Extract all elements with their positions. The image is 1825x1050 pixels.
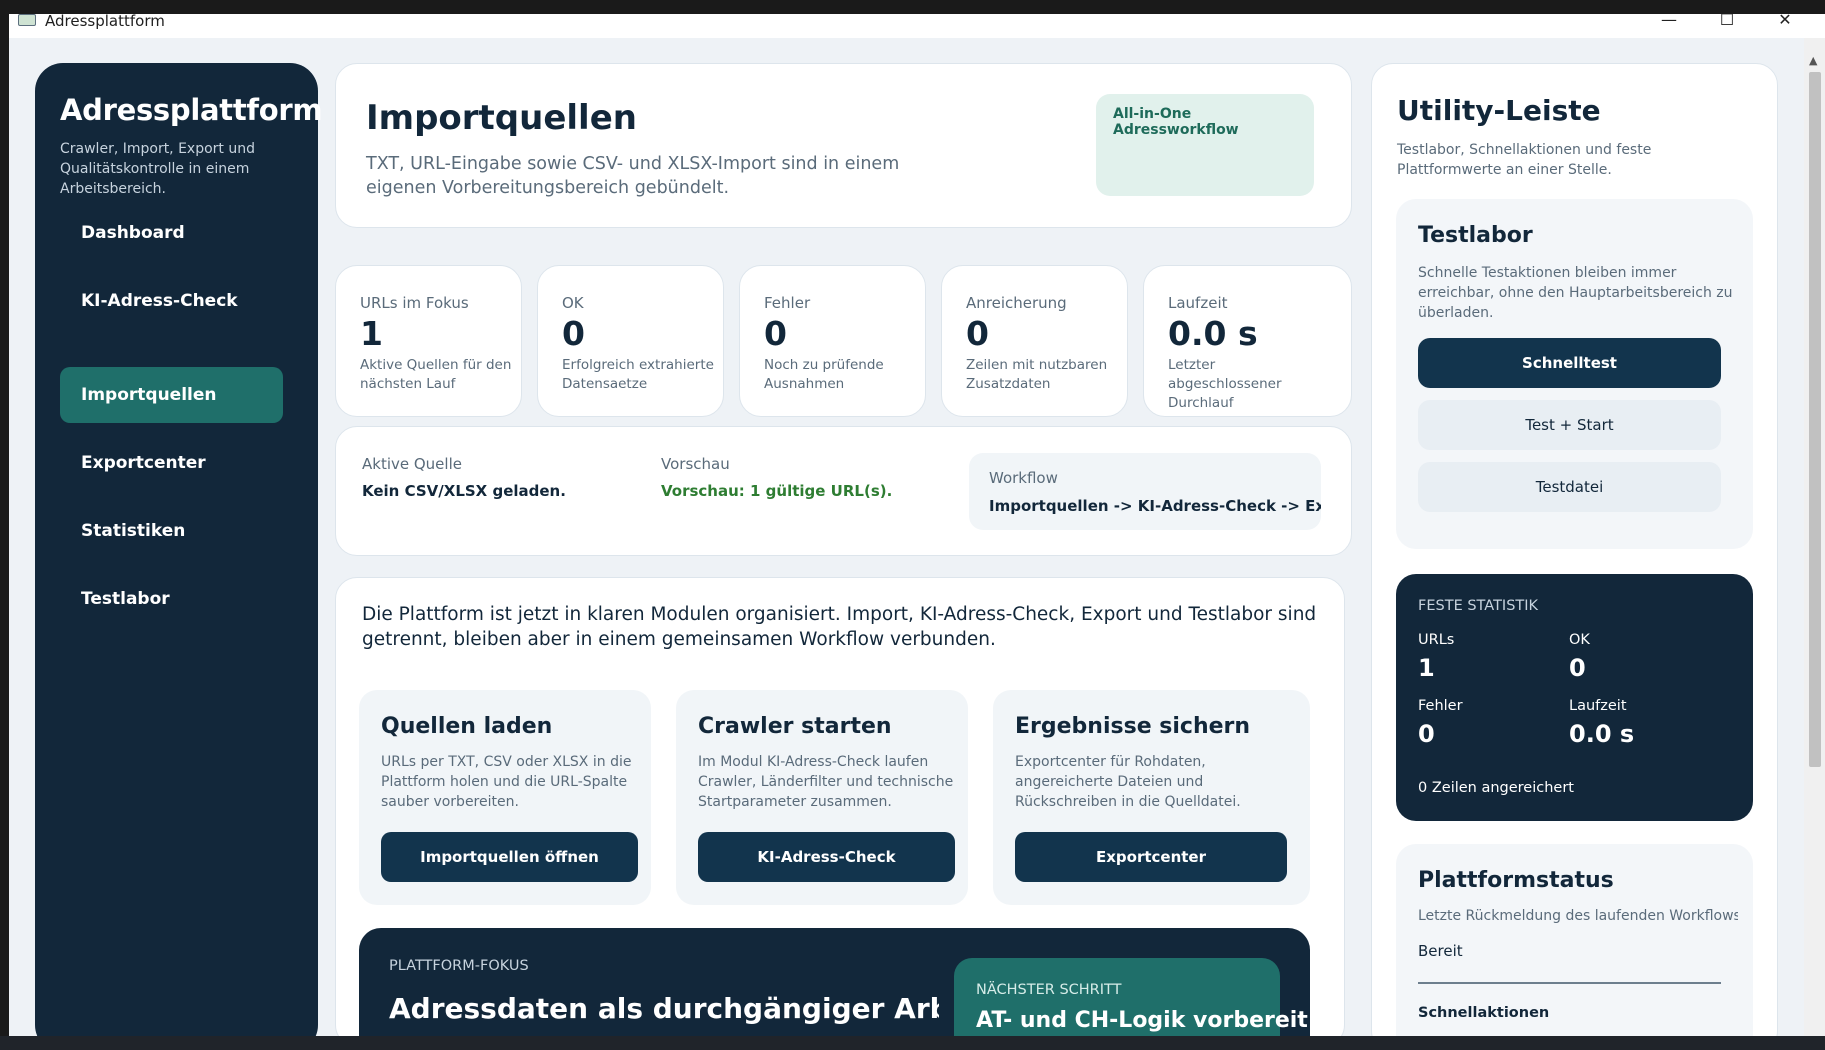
preview-value: Vorschau: 1 gültige URL(s). bbox=[661, 482, 893, 500]
active-source-label: Aktive Quelle bbox=[362, 455, 462, 473]
module-title: Ergebnisse sichern bbox=[1015, 714, 1251, 739]
preview-label: Vorschau bbox=[661, 455, 730, 473]
fixed-urls-value: 1 bbox=[1418, 654, 1435, 682]
module-description: URLs per TXT, CSV oder XLSX in die Platt… bbox=[381, 754, 632, 810]
stat-description: Zeilen mit nutzbaren Zusatzdaten bbox=[966, 357, 1108, 392]
fixed-errors-label: Fehler bbox=[1418, 698, 1463, 714]
window-title: Adressplattform bbox=[45, 14, 165, 30]
nav-item-testlabor[interactable]: Testlabor bbox=[60, 571, 283, 627]
page-title: Importquellen bbox=[366, 98, 637, 138]
stat-description: Noch zu prüfende Ausnahmen bbox=[764, 357, 884, 392]
utility-title: Utility-Leiste bbox=[1397, 94, 1601, 127]
maximize-button[interactable]: ☐ bbox=[1707, 14, 1747, 30]
status-description: Letzte Rückmeldung des laufenden Workflo… bbox=[1418, 908, 1738, 924]
fixed-ok-value: 0 bbox=[1569, 654, 1586, 682]
module-title: Crawler starten bbox=[698, 714, 892, 739]
platform-status-panel: Plattformstatus Letzte Rückmeldung des l… bbox=[1396, 844, 1753, 1036]
stat-value: 0 bbox=[966, 314, 989, 353]
stat-label: Laufzeit bbox=[1168, 294, 1228, 312]
stat-description: Aktive Quellen für den nächsten Lauf bbox=[360, 357, 512, 392]
fixed-enriched-text: 0 Zeilen angereichert bbox=[1418, 780, 1574, 796]
platform-focus-banner: PLATTFORM-FOKUS Adressdaten als durchgän… bbox=[359, 928, 1310, 1036]
quick-actions-label: Schnellaktionen bbox=[1418, 1005, 1550, 1021]
stat-card-urls: URLs im Fokus 1 Aktive Quellen für den n… bbox=[335, 265, 522, 417]
stat-card-errors: Fehler 0 Noch zu prüfende Ausnahmen bbox=[739, 265, 926, 417]
stat-description: Letzter abgeschlossener Durchlauf bbox=[1168, 357, 1282, 411]
module-title: Quellen laden bbox=[381, 714, 553, 739]
workflow-badge: All-in-One Adressworkflow bbox=[1096, 94, 1314, 196]
stat-label: URLs im Fokus bbox=[360, 294, 469, 312]
module-card-crawler: Crawler starten Im Modul KI-Adress-Check… bbox=[676, 690, 968, 905]
active-source-value: Kein CSV/XLSX geladen. bbox=[362, 482, 566, 500]
vertical-scrollbar[interactable]: ▲ ▼ bbox=[1804, 38, 1825, 1036]
testlab-title: Testlabor bbox=[1418, 223, 1533, 248]
app-window: Adressplattform — ☐ ✕ Adressplattform Cr… bbox=[9, 14, 1825, 1036]
title-bar: Adressplattform — ☐ ✕ bbox=[9, 14, 1825, 38]
page-description: TXT, URL-Eingabe sowie CSV- und XLSX-Imp… bbox=[366, 154, 900, 198]
fixed-stats-title: FESTE STATISTIK bbox=[1418, 598, 1539, 614]
fixed-runtime-label: Laufzeit bbox=[1569, 698, 1627, 714]
stat-card-enrichment: Anreicherung 0 Zeilen mit nutzbaren Zusa… bbox=[941, 265, 1128, 417]
minimize-button[interactable]: — bbox=[1649, 14, 1689, 30]
quick-test-button[interactable]: Schnelltest bbox=[1418, 338, 1721, 388]
nav-item-ki-adress-check[interactable]: KI-Adress-Check bbox=[60, 273, 283, 329]
test-file-button[interactable]: Testdatei bbox=[1418, 462, 1721, 512]
stat-label: Fehler bbox=[764, 294, 811, 312]
stat-value: 1 bbox=[360, 314, 383, 353]
utility-subtitle: Testlabor, Schnellaktionen und feste Pla… bbox=[1397, 142, 1652, 178]
testlab-description: Schnelle Testaktionen bleiben immer erre… bbox=[1418, 265, 1733, 321]
stat-card-ok: OK 0 Erfolgreich extrahierte Datensaetze bbox=[537, 265, 724, 417]
fixed-errors-value: 0 bbox=[1418, 720, 1435, 748]
fixed-ok-label: OK bbox=[1569, 632, 1590, 648]
nav-item-dashboard[interactable]: Dashboard bbox=[60, 205, 283, 261]
stat-value: 0.0 s bbox=[1168, 314, 1258, 353]
scrollbar-thumb[interactable] bbox=[1809, 72, 1821, 767]
stat-label: OK bbox=[562, 294, 584, 312]
workflow-value: Importquellen -> KI-Adress-Check -> Expo… bbox=[989, 497, 1321, 515]
next-step-kicker: NÄCHSTER SCHRITT bbox=[976, 982, 1122, 998]
module-card-results: Ergebnisse sichern Exportcenter für Rohd… bbox=[993, 690, 1310, 905]
module-description: Im Modul KI-Adress-Check laufen Crawler,… bbox=[698, 754, 954, 810]
module-card-sources: Quellen laden URLs per TXT, CSV oder XLS… bbox=[359, 690, 651, 905]
fixed-runtime-value: 0.0 s bbox=[1569, 720, 1635, 748]
stat-label: Anreicherung bbox=[966, 294, 1067, 312]
taskbar bbox=[0, 1036, 1825, 1050]
header-card: Importquellen TXT, URL-Eingabe sowie CSV… bbox=[335, 63, 1352, 228]
status-value: Bereit bbox=[1418, 942, 1463, 960]
focus-title: Adressdaten als durchgängiger Arbeitsp bbox=[389, 992, 939, 1025]
status-divider bbox=[1418, 982, 1721, 984]
sidebar-subtitle: Crawler, Import, Export und Qualitätskon… bbox=[60, 141, 255, 197]
sidebar-title: Adressplattform bbox=[60, 93, 323, 127]
scroll-up-icon[interactable]: ▲ bbox=[1809, 54, 1817, 67]
focus-kicker: PLATTFORM-FOKUS bbox=[389, 958, 529, 974]
app-icon bbox=[18, 14, 36, 26]
fixed-urls-label: URLs bbox=[1418, 632, 1455, 648]
ki-adress-check-button[interactable]: KI-Adress-Check bbox=[698, 832, 955, 882]
status-title: Plattformstatus bbox=[1418, 868, 1614, 893]
next-step-box: NÄCHSTER SCHRITT AT- und CH-Logik vorber… bbox=[954, 958, 1308, 1036]
source-info-card: Aktive Quelle Kein CSV/XLSX geladen. Vor… bbox=[335, 426, 1352, 556]
stat-card-runtime: Laufzeit 0.0 s Letzter abgeschlossener D… bbox=[1143, 265, 1352, 417]
sidebar: Adressplattform Crawler, Import, Export … bbox=[35, 63, 323, 1036]
nav-item-statistiken[interactable]: Statistiken bbox=[60, 503, 283, 559]
stat-value: 0 bbox=[562, 314, 585, 353]
fixed-statistics-panel: FESTE STATISTIK URLs 1 OK 0 Fehler 0 Lau… bbox=[1396, 574, 1753, 821]
workflow-box: Workflow Importquellen -> KI-Adress-Chec… bbox=[969, 453, 1321, 530]
open-importquellen-button[interactable]: Importquellen öffnen bbox=[381, 832, 638, 882]
stat-value: 0 bbox=[764, 314, 787, 353]
next-step-title: AT- und CH-Logik vorbereit bbox=[976, 1008, 1308, 1033]
workflow-label: Workflow bbox=[989, 469, 1058, 487]
testlab-panel: Testlabor Schnelle Testaktionen bleiben … bbox=[1396, 199, 1753, 549]
close-button[interactable]: ✕ bbox=[1765, 14, 1805, 30]
nav-item-importquellen[interactable]: Importquellen bbox=[60, 367, 283, 423]
test-start-button[interactable]: Test + Start bbox=[1418, 400, 1721, 450]
nav-item-exportcenter[interactable]: Exportcenter bbox=[60, 435, 283, 491]
stat-description: Erfolgreich extrahierte Datensaetze bbox=[562, 357, 714, 392]
module-description: Exportcenter für Rohdaten, angereicherte… bbox=[1015, 754, 1241, 810]
exportcenter-button[interactable]: Exportcenter bbox=[1015, 832, 1287, 882]
overview-text: Die Plattform ist jetzt in klaren Module… bbox=[362, 604, 1317, 650]
